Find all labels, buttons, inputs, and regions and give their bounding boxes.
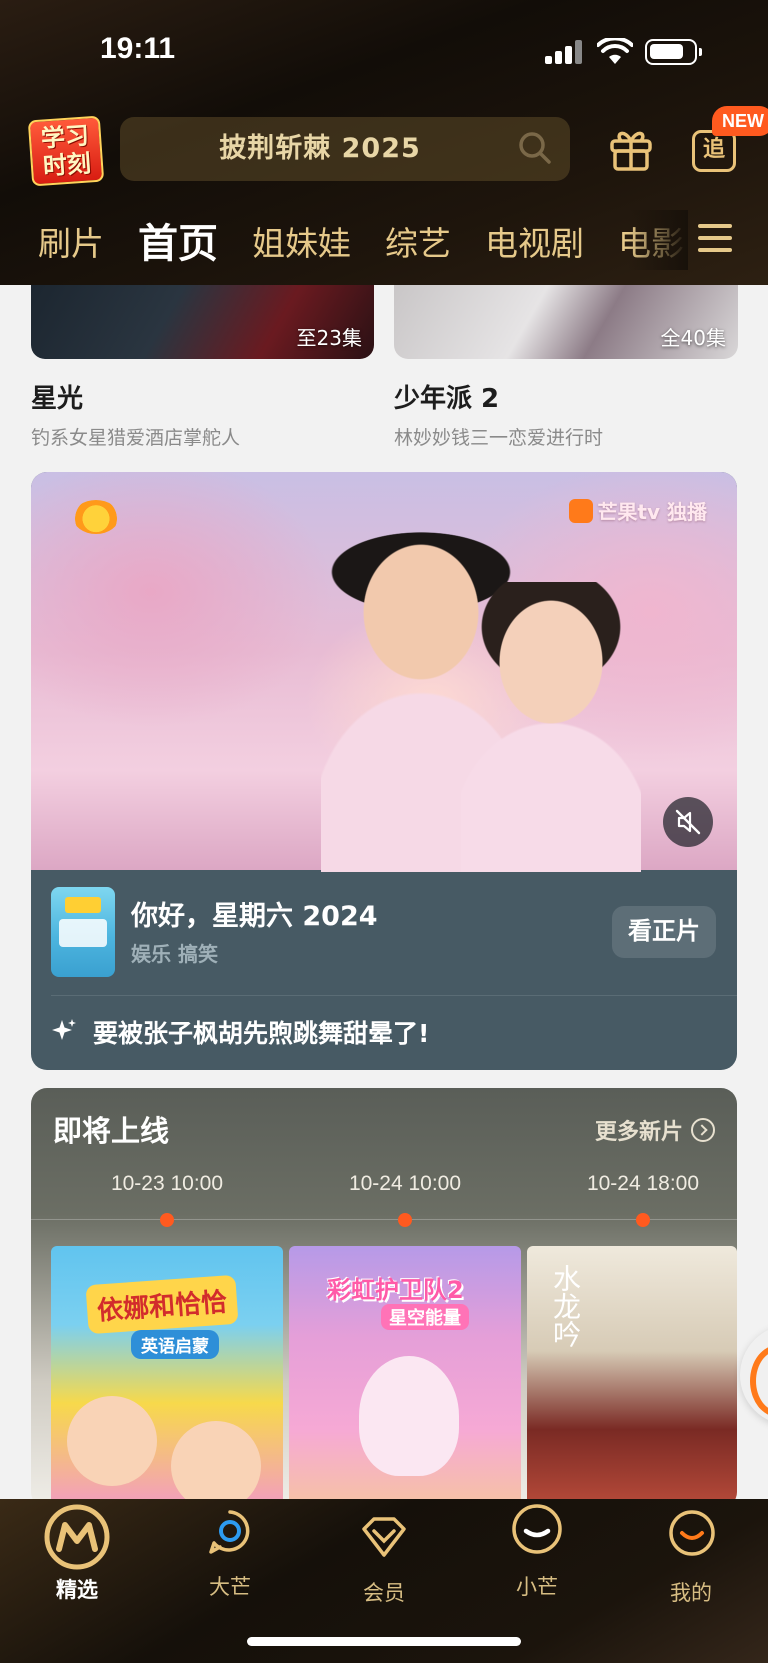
video-figure bbox=[461, 582, 641, 872]
release-time: 10-23 10:00 bbox=[110, 1172, 224, 1195]
logo-line-2: 时刻 bbox=[42, 149, 92, 181]
mute-button[interactable] bbox=[663, 797, 713, 847]
show-info-bar[interactable]: 你好，星期六 2024 娱乐 搞笑 看正片 bbox=[31, 870, 737, 995]
vip-diamond-icon bbox=[362, 1517, 406, 1557]
more-label: 更多新片 bbox=[594, 1120, 683, 1145]
battery-icon bbox=[645, 39, 702, 65]
status-bar: 19:11 bbox=[0, 0, 768, 100]
timeline bbox=[31, 1219, 737, 1220]
top-header: 19:11 学习 时刻 披荆斩棘 2025 追 NEW 刷片 首页 姐妹娃 综艺… bbox=[0, 0, 768, 285]
poster-title: 依娜和恰恰 bbox=[85, 1274, 239, 1335]
gift-icon[interactable] bbox=[607, 125, 655, 173]
tab-shuapian[interactable]: 刷片 bbox=[38, 219, 104, 269]
hunan-tv-logo-icon bbox=[73, 500, 119, 534]
tab-sisters[interactable]: 姐妹娃 bbox=[252, 219, 351, 269]
tab-tv-series[interactable]: 电视剧 bbox=[485, 219, 584, 269]
tab-variety[interactable]: 综艺 bbox=[385, 219, 451, 269]
cartoon-character bbox=[359, 1356, 459, 1476]
floating-assistant-button[interactable] bbox=[740, 1325, 768, 1425]
tab-xiaomang[interactable]: 小芒 bbox=[477, 1499, 597, 1619]
show-title[interactable]: 你好，星期六 2024 bbox=[131, 894, 378, 933]
episode-count: 全40集 bbox=[660, 326, 726, 350]
channel-tabs: 刷片 首页 姐妹娃 综艺 电视剧 电影 bbox=[38, 215, 706, 269]
card-subtitle: 林妙妙钱三一恋爱进行时 bbox=[394, 427, 604, 449]
timeline-dot bbox=[636, 1213, 650, 1227]
featured-video[interactable]: 芒果tv 独播 bbox=[31, 472, 737, 872]
xingguang-thumbnail[interactable]: 至23集 bbox=[31, 285, 374, 359]
card-title[interactable]: 星光 bbox=[31, 378, 83, 415]
timeline-dot bbox=[160, 1213, 174, 1227]
tab-damang[interactable]: 大芒 bbox=[170, 1499, 290, 1619]
tabs-fade bbox=[628, 210, 688, 270]
cartoon-character bbox=[171, 1421, 261, 1508]
more-new-releases-link[interactable]: 更多新片 bbox=[595, 1114, 715, 1146]
card-title[interactable]: 少年派 2 bbox=[394, 378, 499, 415]
dmang-icon bbox=[209, 1510, 250, 1554]
episode-count: 至23集 bbox=[296, 326, 362, 350]
search-input[interactable]: 披荆斩棘 2025 bbox=[120, 117, 570, 181]
show-poster[interactable] bbox=[51, 887, 115, 977]
show-tags: 娱乐 搞笑 bbox=[131, 942, 218, 966]
release-time: 10-24 10:00 bbox=[348, 1172, 462, 1195]
follow-label: 追 bbox=[692, 130, 736, 172]
tab-jingxuan[interactable]: 精选 bbox=[17, 1499, 137, 1619]
featured-card[interactable]: 芒果tv 独播 你好，星期六 2024 娱乐 搞笑 看正片 要被张子枫胡先煦跳舞… bbox=[31, 472, 737, 1070]
mango-tv-exclusive-badge: 芒果tv 独播 bbox=[569, 496, 707, 525]
study-moment-logo[interactable]: 学习 时刻 bbox=[27, 115, 105, 187]
poster-subtitle: 星空能量 bbox=[381, 1304, 469, 1330]
home-indicator[interactable] bbox=[247, 1637, 521, 1646]
new-badge: NEW bbox=[712, 106, 768, 136]
poster-subtitle: 英语启蒙 bbox=[131, 1330, 219, 1359]
mango-logo-icon bbox=[44, 1504, 110, 1570]
menu-icon[interactable] bbox=[698, 222, 732, 254]
tab-label: 大芒 bbox=[209, 1575, 251, 1599]
watch-full-button[interactable]: 看正片 bbox=[612, 906, 716, 958]
tab-label: 会员 bbox=[363, 1581, 405, 1605]
highlight-text: 要被张子枫胡先煦跳舞甜晕了! bbox=[93, 1019, 430, 1048]
tab-label: 小芒 bbox=[516, 1575, 558, 1599]
sparkle-icon bbox=[52, 1019, 76, 1040]
cartoon-character bbox=[67, 1396, 157, 1486]
upcoming-poster[interactable]: 水龙吟 bbox=[527, 1246, 737, 1508]
section-title: 即将上线 bbox=[53, 1114, 170, 1148]
upcoming-poster[interactable]: 依娜和恰恰 英语启蒙 bbox=[51, 1246, 283, 1508]
upcoming-poster[interactable]: 彩虹护卫队2 星空能量 bbox=[289, 1246, 521, 1508]
poster-title: 彩虹护卫队2 bbox=[327, 1276, 464, 1304]
xmang-icon bbox=[512, 1504, 562, 1554]
release-time: 10-24 18:00 bbox=[586, 1172, 700, 1195]
arrow-right-circle-icon bbox=[691, 1118, 715, 1142]
tab-home[interactable]: 首页 bbox=[138, 219, 218, 269]
wifi-icon bbox=[597, 38, 633, 64]
search-placeholder: 披荆斩棘 2025 bbox=[219, 133, 421, 164]
status-time: 19:11 bbox=[100, 32, 176, 65]
cellular-signal-icon bbox=[545, 40, 583, 64]
tab-vip[interactable]: 会员 bbox=[324, 1499, 444, 1619]
mango-tv-icon bbox=[569, 498, 594, 523]
logo-line-1: 学习 bbox=[40, 121, 90, 153]
brand-text: 芒果tv 独播 bbox=[597, 500, 707, 524]
muted-speaker-icon bbox=[675, 809, 701, 835]
profile-icon bbox=[669, 1510, 715, 1556]
shaonianpai-thumbnail[interactable]: 全40集 bbox=[394, 285, 738, 359]
tab-label: 我的 bbox=[670, 1581, 712, 1605]
card-subtitle: 钓系女星猎爱酒店掌舵人 bbox=[31, 427, 241, 449]
timeline-dot bbox=[398, 1213, 412, 1227]
poster-title: 水龙吟 bbox=[549, 1264, 582, 1348]
highlight-row[interactable]: 要被张子枫胡先煦跳舞甜晕了! bbox=[31, 996, 737, 1070]
upcoming-section: 即将上线 更多新片 10-23 10:00 10-24 10:00 10-24 … bbox=[31, 1088, 737, 1508]
search-icon[interactable] bbox=[518, 131, 552, 165]
tab-profile[interactable]: 我的 bbox=[631, 1499, 751, 1619]
tab-label: 精选 bbox=[56, 1578, 98, 1602]
